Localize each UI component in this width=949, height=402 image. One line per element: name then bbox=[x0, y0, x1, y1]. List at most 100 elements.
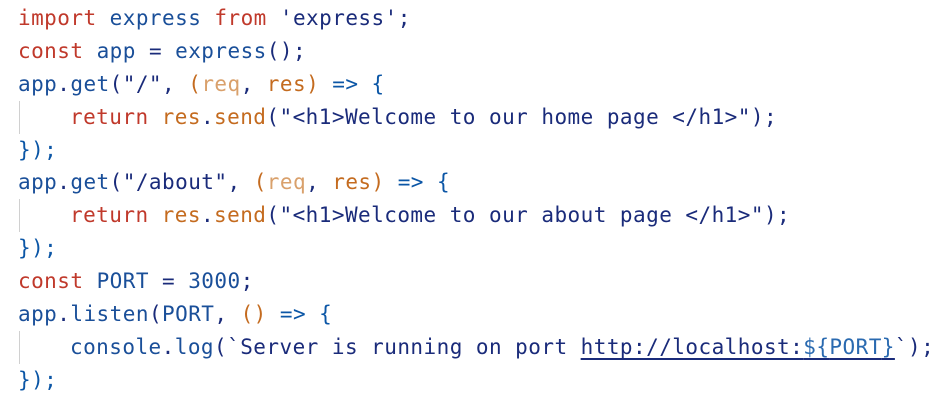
keyword-from: from bbox=[214, 6, 267, 30]
identifier-port: PORT bbox=[96, 269, 149, 294]
keyword-const: const bbox=[18, 38, 84, 63]
string-home-html: "<h1>Welcome to our home page </h1>" bbox=[279, 104, 751, 129]
string-about-html: "<h1>Welcome to our about page </h1>" bbox=[279, 203, 764, 228]
comma: , bbox=[162, 71, 176, 96]
code-editor[interactable]: import express from 'express'; const app… bbox=[0, 0, 949, 402]
close-paren: ) bbox=[750, 104, 764, 129]
call-parens: () bbox=[266, 38, 293, 63]
method-send: send bbox=[214, 104, 267, 129]
indent-guide bbox=[19, 199, 20, 233]
param-req: req bbox=[266, 170, 307, 195]
semicolon: ; bbox=[763, 104, 778, 129]
open-brace: { bbox=[371, 71, 385, 96]
template-open: ${ bbox=[803, 334, 830, 359]
code-line-6: app.get("/about", (req, res) => { bbox=[18, 166, 949, 199]
open-paren: ( bbox=[148, 302, 163, 327]
close-paren: ) bbox=[907, 334, 922, 359]
url-link[interactable]: http://localhost:${PORT} bbox=[581, 335, 895, 359]
close-block: }); bbox=[18, 236, 58, 261]
keyword-return: return bbox=[70, 203, 149, 228]
number-port: 3000 bbox=[188, 269, 241, 294]
comma: , bbox=[306, 170, 320, 195]
method-get: get bbox=[70, 71, 110, 96]
identifier-res: res bbox=[161, 104, 201, 129]
identifier-express: express bbox=[109, 6, 202, 30]
identifier-console: console bbox=[70, 334, 162, 359]
param-res: res bbox=[266, 71, 307, 96]
identifier-app: app bbox=[18, 302, 58, 327]
empty-params: () bbox=[240, 302, 267, 327]
call-express: express bbox=[175, 38, 267, 63]
param-res: res bbox=[332, 170, 372, 195]
code-line-12: }); bbox=[18, 364, 949, 397]
arrow: => bbox=[332, 71, 359, 96]
string-root-path: "/" bbox=[122, 71, 163, 96]
open-paren: ( bbox=[214, 334, 228, 359]
comma: , bbox=[214, 302, 228, 327]
operator-equals: = bbox=[148, 38, 163, 63]
open-paren: ( bbox=[109, 71, 123, 96]
semicolon: ; bbox=[397, 6, 411, 30]
backtick: ` bbox=[227, 334, 241, 359]
semicolon: ; bbox=[921, 334, 935, 359]
method-listen: listen bbox=[70, 302, 149, 327]
dot: . bbox=[57, 71, 71, 96]
string-about-path: "/about" bbox=[122, 170, 228, 195]
open-brace: { bbox=[437, 170, 451, 195]
method-send: send bbox=[214, 203, 267, 228]
code-line-3: app.get("/", (req, res) => { bbox=[18, 68, 949, 101]
open-paren: ( bbox=[266, 104, 280, 129]
dot: . bbox=[200, 104, 215, 129]
method-get: get bbox=[70, 170, 110, 195]
code-line-9: const PORT = 3000; bbox=[18, 265, 949, 298]
identifier-app: app bbox=[18, 71, 58, 96]
identifier-res: res bbox=[161, 203, 201, 228]
identifier-port: PORT bbox=[162, 302, 215, 327]
open-paren: ( bbox=[188, 71, 202, 96]
string-express: 'express' bbox=[279, 6, 398, 30]
code-line-2: const app = express(); bbox=[18, 35, 949, 68]
dot: . bbox=[161, 334, 175, 359]
open-paren: ( bbox=[109, 170, 123, 195]
code-line-8: }); bbox=[18, 232, 949, 265]
backtick: ` bbox=[894, 334, 908, 359]
open-paren: ( bbox=[253, 170, 267, 195]
open-brace: { bbox=[319, 302, 333, 327]
code-line-7: return res.send("<h1>Welcome to our abou… bbox=[18, 199, 949, 233]
dot: . bbox=[57, 302, 71, 327]
keyword-import: import bbox=[18, 6, 97, 30]
keyword-const: const bbox=[18, 269, 84, 294]
code-line-10: app.listen(PORT, () => { bbox=[18, 298, 949, 331]
dot: . bbox=[200, 203, 215, 228]
identifier-app: app bbox=[18, 170, 58, 195]
semicolon: ; bbox=[777, 203, 791, 228]
indent-guide bbox=[19, 100, 20, 134]
template-port: PORT bbox=[829, 334, 882, 359]
keyword-return: return bbox=[70, 104, 149, 129]
arrow: => bbox=[279, 302, 307, 327]
semicolon: ; bbox=[292, 38, 307, 63]
close-paren: ) bbox=[371, 170, 385, 195]
close-paren: ) bbox=[306, 71, 320, 96]
code-line-1: import express from 'express'; bbox=[18, 2, 949, 35]
template-text: Server is running on port bbox=[240, 334, 581, 359]
code-line-11: console.log(`Server is running on port h… bbox=[18, 330, 949, 364]
close-block: }); bbox=[18, 137, 58, 162]
identifier-app: app bbox=[96, 38, 136, 63]
comma: , bbox=[227, 170, 241, 195]
method-log: log bbox=[174, 334, 215, 359]
comma: , bbox=[240, 71, 254, 96]
close-paren: ) bbox=[763, 203, 778, 228]
code-line-5: }); bbox=[18, 134, 949, 167]
url-text[interactable]: http://localhost: bbox=[581, 335, 804, 359]
close-block: }); bbox=[18, 367, 58, 392]
semicolon: ; bbox=[240, 269, 254, 294]
dot: . bbox=[57, 170, 71, 195]
arrow: => bbox=[397, 170, 424, 195]
template-close: } bbox=[881, 334, 895, 359]
operator-equals: = bbox=[162, 269, 176, 294]
code-line-4: return res.send("<h1>Welcome to our home… bbox=[18, 100, 949, 134]
open-paren: ( bbox=[266, 203, 280, 228]
indent-guide bbox=[19, 330, 20, 364]
param-req: req bbox=[201, 71, 241, 96]
